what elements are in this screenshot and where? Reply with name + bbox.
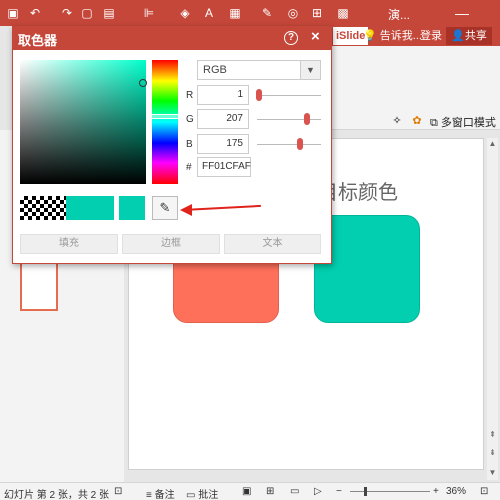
g-input[interactable]: 207 xyxy=(197,109,249,129)
b-slider-knob[interactable] xyxy=(297,138,303,150)
save-icon[interactable]: ▣ xyxy=(4,4,22,22)
b-slider-track[interactable] xyxy=(257,144,321,145)
eyedropper-icon: ✎ xyxy=(159,200,171,215)
transparency-swatch xyxy=(20,196,66,220)
scroll-up-icon[interactable]: ▲ xyxy=(487,139,498,148)
g-slider-track[interactable] xyxy=(257,119,321,120)
saturation-value-picker[interactable] xyxy=(20,60,146,184)
hue-slider-handle[interactable] xyxy=(150,114,180,119)
settings-icon[interactable]: ✿ xyxy=(410,114,424,128)
r-slider-knob[interactable] xyxy=(256,89,262,101)
minimize-button[interactable]: — xyxy=(450,0,474,26)
r-label: R xyxy=(186,90,194,101)
comments-label: 批注 xyxy=(198,490,219,500)
slideshow-icon[interactable]: ▷ xyxy=(314,486,322,497)
hex-input[interactable]: FF01CFAF xyxy=(197,157,251,177)
tell-me-search[interactable]: 💡 告诉我... xyxy=(363,27,422,45)
redo-icon[interactable]: ↷ xyxy=(58,4,76,22)
text-button[interactable]: 文本 xyxy=(224,234,321,254)
r-slider-track[interactable] xyxy=(257,95,321,96)
open-icon[interactable]: ▤ xyxy=(100,4,118,22)
scroll-down-page-icon[interactable]: ⇟ xyxy=(487,448,498,457)
annotation-arrow-head xyxy=(180,204,192,216)
paste-icon[interactable]: ▦ xyxy=(226,4,244,22)
undo-icon[interactable]: ↶ xyxy=(26,4,44,22)
accessibility-icon[interactable]: ⊡ xyxy=(114,486,122,497)
slide-counter: 幻灯片 第 2 张，共 2 张 xyxy=(4,490,110,500)
dialog-title: 取色器 xyxy=(18,33,58,48)
r-input[interactable]: 1 xyxy=(197,85,249,105)
fill-button[interactable]: 填充 xyxy=(20,234,118,254)
scroll-down-icon[interactable]: ▼ xyxy=(487,468,498,477)
shape-icon[interactable]: ✎ xyxy=(258,4,276,22)
eyedropper-button[interactable]: ✎ xyxy=(152,196,178,220)
b-label: B xyxy=(186,139,193,150)
previous-color-swatch[interactable] xyxy=(119,196,145,220)
close-icon[interactable]: × xyxy=(311,28,320,45)
share-button[interactable]: 👤共享 xyxy=(446,27,492,45)
sv-picker-handle[interactable] xyxy=(139,79,147,87)
zoom-slider[interactable] xyxy=(350,491,430,492)
screenshot-icon[interactable]: ▩ xyxy=(334,4,352,22)
bucket-icon[interactable]: ◈ xyxy=(176,4,194,22)
zoom-level[interactable]: 36% xyxy=(446,486,466,497)
color-mode-value: RGB xyxy=(203,64,227,76)
notes-button[interactable]: ≡ 备注 xyxy=(146,486,175,500)
new-file-icon[interactable]: ▢ xyxy=(78,4,96,22)
vertical-scrollbar[interactable] xyxy=(487,138,498,480)
sparkle-icon[interactable]: ✧ xyxy=(390,114,404,128)
normal-view-icon[interactable]: ▣ xyxy=(242,486,251,497)
reading-view-icon[interactable]: ▭ xyxy=(290,486,299,497)
zoom-out-icon[interactable]: − xyxy=(336,486,342,497)
current-color-swatch xyxy=(66,196,114,220)
hex-label: # xyxy=(186,162,192,173)
login-link[interactable]: 登录 xyxy=(420,27,442,45)
status-bar: 幻灯片 第 2 张，共 2 张 ⊡ ≡ 备注 ▭ 批注 ▣ ⊞ ▭ ▷ − + … xyxy=(0,482,500,500)
help-icon[interactable]: ? xyxy=(284,31,298,45)
share-label: 共享 xyxy=(464,30,487,42)
tell-me-label: 告诉我... xyxy=(379,30,422,42)
fit-slide-icon[interactable]: ⊡ xyxy=(480,486,488,497)
fill-icon[interactable]: ◎ xyxy=(284,4,302,22)
b-input[interactable]: 175 xyxy=(197,134,249,154)
zoom-in-icon[interactable]: + xyxy=(433,486,439,497)
window-title: 演... xyxy=(388,8,411,22)
chevron-down-icon[interactable]: ▼ xyxy=(300,61,320,79)
g-label: G xyxy=(186,114,194,125)
scroll-up-page-icon[interactable]: ⇞ xyxy=(487,430,498,439)
slide-sorter-icon[interactable]: ⊞ xyxy=(266,486,274,497)
border-button[interactable]: 边框 xyxy=(122,234,220,254)
zoom-slider-thumb[interactable] xyxy=(364,487,367,496)
multi-window-button[interactable]: ⧉ 多窗口模式 xyxy=(430,114,496,130)
group-icon[interactable]: ⊞ xyxy=(308,4,326,22)
align-icon[interactable]: ⊫ xyxy=(140,4,158,22)
text-icon[interactable]: A xyxy=(200,4,218,22)
hue-slider[interactable] xyxy=(152,60,178,184)
g-slider-knob[interactable] xyxy=(304,113,310,125)
notes-label: 备注 xyxy=(154,490,175,500)
comments-button[interactable]: ▭ 批注 xyxy=(186,486,218,500)
